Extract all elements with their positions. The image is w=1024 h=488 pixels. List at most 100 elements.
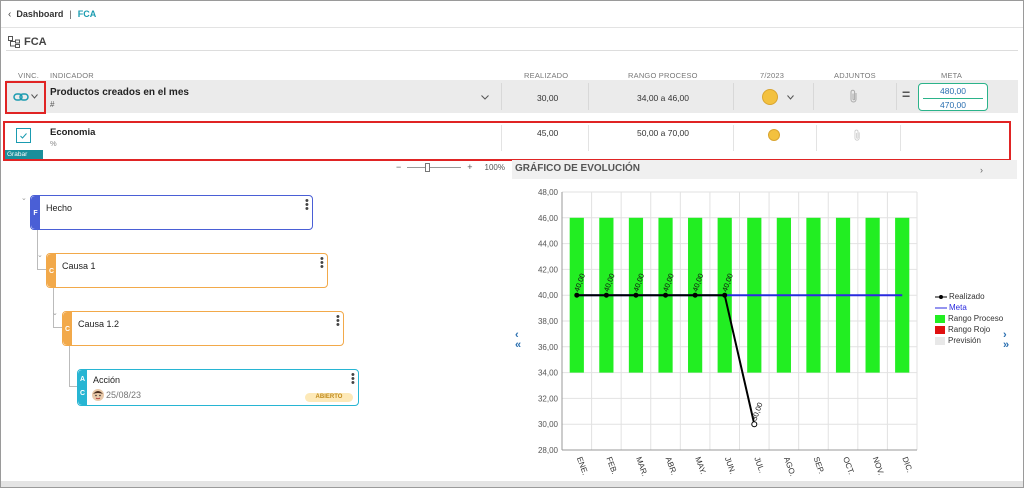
top-divider [1, 27, 1023, 28]
header-vinc: VINC. [18, 71, 40, 80]
x-tick-label: ABR. [664, 456, 679, 477]
indicator-unit: # [50, 100, 55, 109]
node-tag: C [63, 312, 72, 345]
sub-paperclip-icon[interactable] [854, 129, 861, 141]
y-tick-label: 40,00 [538, 291, 559, 300]
horizontal-scrollbar[interactable] [1, 481, 1023, 487]
page-title: FCA [8, 36, 47, 48]
collapse-icon[interactable]: ⌄ [52, 309, 58, 317]
legend-item[interactable]: Rango Proceso [935, 313, 1003, 324]
legend-label: Rango Proceso [948, 314, 1004, 323]
highlight-sub-row [3, 121, 1011, 161]
legend-realizado-marker [935, 294, 947, 299]
zoom-in-button[interactable]: + [467, 162, 472, 172]
kebab-menu-icon[interactable]: • • • [320, 254, 324, 273]
double-chevron-right-icon[interactable]: » [1003, 340, 1009, 351]
status-badge: ABIERTO [305, 393, 353, 402]
legend-label: Meta [949, 303, 967, 312]
realizado-point [633, 292, 639, 298]
chart-nav-left[interactable]: ‹ « [515, 330, 521, 351]
x-tick-label: FEB. [604, 456, 619, 476]
cell-separator [588, 83, 589, 110]
zoom-slider-thumb[interactable] [425, 162, 431, 172]
y-tick-label: 44,00 [538, 240, 559, 249]
double-chevron-left-icon[interactable]: « [515, 340, 521, 351]
zoom-level: 100% [484, 162, 505, 172]
kebab-menu-icon[interactable]: • • • [351, 370, 355, 389]
rango-value: 34,00 a 46,00 [637, 93, 689, 103]
y-tick-label: 36,00 [538, 343, 559, 352]
legend-label: Realizado [949, 292, 985, 301]
node-tag: F [31, 196, 40, 229]
sub-indicator-name[interactable]: Economia [50, 127, 95, 138]
status-indicator[interactable] [762, 89, 778, 105]
tree-node-causa-1[interactable]: C Causa 1 • • • [46, 253, 328, 288]
header-adjuntos: ADJUNTOS [834, 71, 876, 80]
chart-nav-right[interactable]: › » [1003, 330, 1009, 351]
chart-title: GRÁFICO DE EVOLUCIÓN [515, 163, 641, 174]
cell-separator [501, 83, 502, 110]
chart-expand-icon[interactable]: › [980, 165, 983, 175]
meta-divider [923, 98, 983, 99]
tree-node-accion[interactable]: A C Acción 25/08/23 ABIERTO • • • [77, 369, 359, 406]
avatar [92, 389, 104, 401]
indicator-dropdown-icon[interactable] [481, 95, 489, 100]
tree-connector [53, 288, 62, 328]
realizado-point [722, 292, 728, 298]
legend-item[interactable]: Realizado [935, 291, 1003, 302]
kebab-menu-icon[interactable]: • • • [336, 312, 340, 331]
status-dropdown-icon[interactable] [787, 95, 794, 100]
breadcrumb-separator: | [69, 9, 72, 19]
realizado-value: 30,00 [537, 93, 559, 103]
y-tick-label: 30,00 [538, 420, 559, 429]
tree-connector [37, 230, 46, 270]
data-label: 30,00 [750, 401, 765, 422]
breadcrumb: ‹ Dashboard | FCA [8, 7, 96, 21]
y-tick-label: 42,00 [538, 265, 559, 274]
chart-legend: Realizado Meta Rango Proceso Rango Rojo … [935, 291, 1003, 346]
zoom-out-button[interactable]: − [396, 162, 401, 172]
y-tick-label: 48,00 [538, 188, 559, 197]
node-tag-bottom: C [79, 390, 86, 397]
save-button[interactable]: Grabar [5, 150, 43, 159]
legend-item[interactable]: Previsión [935, 335, 1003, 346]
x-tick-label: ENE. [575, 456, 590, 477]
legend-item[interactable]: Meta [935, 302, 1003, 313]
zoom-slider[interactable] [407, 162, 462, 172]
breadcrumb-dashboard-link[interactable]: Dashboard [16, 9, 63, 19]
realizado-point [663, 292, 669, 298]
tree-node-causa-1-2[interactable]: C Causa 1.2 • • • [62, 311, 344, 346]
checkbox[interactable] [16, 128, 31, 143]
header-meta: META [941, 71, 963, 80]
y-tick-label: 46,00 [538, 214, 559, 223]
x-tick-label: NOV. [871, 456, 886, 477]
back-chevron-icon[interactable]: ‹ [8, 9, 11, 20]
legend-item[interactable]: Rango Rojo [935, 324, 1003, 335]
node-title: Acción [93, 375, 121, 385]
x-tick-label: SEP. [812, 456, 826, 475]
cell-separator [733, 83, 734, 110]
x-tick-label: DIC. [900, 456, 914, 474]
meta-box[interactable]: 480,00 470,00 [918, 83, 988, 111]
node-tag: C [47, 254, 56, 287]
x-tick-label: OCT. [841, 456, 856, 476]
x-tick-label: MAR. [634, 456, 649, 478]
node-tag-top: A [79, 376, 86, 383]
y-tick-label: 38,00 [538, 317, 559, 326]
meta-bottom-value: 470,00 [940, 100, 966, 110]
node-date: 25/08/23 [106, 390, 142, 400]
collapse-icon[interactable]: ⌄ [37, 251, 43, 259]
y-tick-label: 32,00 [538, 394, 559, 403]
tree-node-hecho[interactable]: F Hecho • • • [30, 195, 313, 230]
realizado-point [692, 292, 698, 298]
legend-meta-marker [935, 307, 947, 308]
paperclip-icon[interactable] [850, 89, 858, 103]
collapse-icon[interactable]: ⌄ [21, 194, 27, 202]
indicator-name[interactable]: Productos creados en el mes [50, 87, 189, 98]
kebab-menu-icon[interactable]: • • • [305, 196, 309, 215]
legend-swatch [935, 336, 945, 345]
y-tick-label: 28,00 [538, 446, 559, 455]
page-title-text: FCA [24, 36, 47, 48]
cell-separator [813, 83, 814, 110]
header-realizado: REALIZADO [524, 71, 569, 80]
